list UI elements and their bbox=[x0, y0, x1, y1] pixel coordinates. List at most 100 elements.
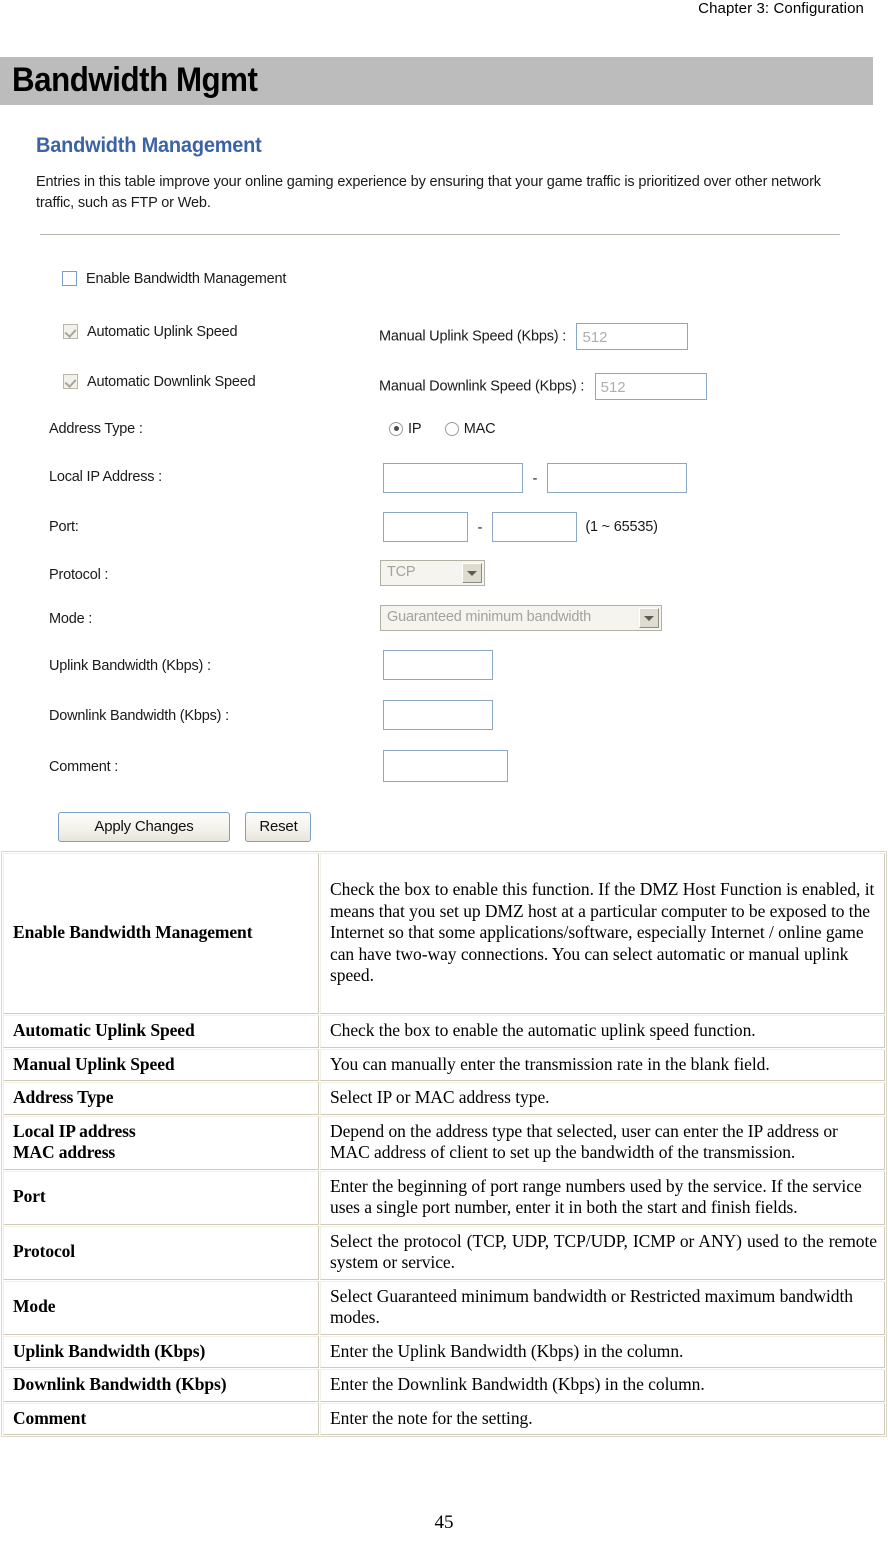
auto-uplink-row: Automatic Uplink Speed bbox=[63, 323, 238, 341]
address-type-mac-label: MAC bbox=[463, 420, 496, 437]
manual-downlink-speed-input[interactable]: 512 bbox=[594, 373, 707, 400]
table-cell-definition: Select the protocol (TCP, UDP, TCP/UDP, … bbox=[320, 1225, 885, 1280]
enable-bandwidth-checkbox[interactable] bbox=[62, 271, 77, 287]
table-row: Uplink Bandwidth (Kbps) Enter the Uplink… bbox=[3, 1335, 885, 1368]
automatic-uplink-speed-label: Automatic Uplink Speed bbox=[87, 323, 238, 340]
panel-description: Entries in this table improve your onlin… bbox=[36, 174, 821, 211]
manual-uplink-speed-label: Manual Uplink Speed (Kbps) : bbox=[379, 328, 567, 345]
port-range-hint: (1 ~ 65535) bbox=[585, 519, 658, 535]
table-cell-definition: Depend on the address type that selected… bbox=[320, 1115, 885, 1170]
uplink-bandwidth-input-wrap bbox=[383, 650, 493, 680]
horizontal-divider bbox=[40, 234, 840, 235]
downlink-bandwidth-label: Downlink Bandwidth (Kbps) : bbox=[49, 708, 229, 724]
section-title-band: Bandwidth Mgmt bbox=[0, 57, 873, 105]
running-header: Chapter 3: Configuration bbox=[0, 0, 888, 22]
address-type-label: Address Type : bbox=[49, 421, 143, 437]
field-description-table-body: Enable Bandwidth Management Check the bo… bbox=[3, 853, 885, 1435]
table-cell-term: Protocol bbox=[3, 1225, 319, 1280]
protocol-label-cell: Protocol : bbox=[49, 566, 108, 584]
form-actions: Apply Changes Reset bbox=[58, 812, 312, 842]
chapter-label: Chapter 3: Configuration bbox=[698, 0, 864, 17]
manual-downlink-row: Manual Downlink Speed (Kbps) : 512 bbox=[379, 373, 707, 400]
uplink-bandwidth-label: Uplink Bandwidth (Kbps) : bbox=[49, 658, 211, 674]
protocol-select-value: TCP bbox=[387, 564, 416, 580]
manual-downlink-speed-label: Manual Downlink Speed (Kbps) : bbox=[379, 378, 585, 395]
table-cell-definition: Enter the Downlink Bandwidth (Kbps) in t… bbox=[320, 1369, 885, 1402]
apply-changes-button[interactable]: Apply Changes bbox=[58, 812, 230, 842]
downlink-bandwidth-label-cell: Downlink Bandwidth (Kbps) : bbox=[49, 707, 229, 725]
table-row: Mode Select Guaranteed minimum bandwidth… bbox=[3, 1280, 885, 1335]
address-type-ip-label: IP bbox=[408, 420, 422, 437]
enable-bandwidth-label: Enable Bandwidth Management bbox=[86, 270, 287, 287]
port-inputs: - (1 ~ 65535) bbox=[383, 512, 658, 542]
address-type-label-cell: Address Type : bbox=[49, 420, 143, 438]
mode-label: Mode : bbox=[49, 611, 93, 627]
automatic-uplink-speed-checkbox[interactable] bbox=[63, 324, 78, 340]
table-cell-term: Comment bbox=[3, 1402, 319, 1435]
comment-label-cell: Comment : bbox=[49, 758, 118, 776]
automatic-downlink-speed-label: Automatic Downlink Speed bbox=[87, 373, 256, 390]
protocol-select[interactable]: TCP bbox=[380, 560, 485, 586]
chevron-down-icon[interactable] bbox=[639, 608, 659, 628]
comment-input-wrap bbox=[383, 750, 508, 782]
table-cell-term: Manual Uplink Speed bbox=[3, 1048, 319, 1081]
table-row: Local IP address MAC address Depend on t… bbox=[3, 1115, 885, 1170]
table-row: Enable Bandwidth Management Check the bo… bbox=[3, 853, 885, 1014]
table-row: Protocol Select the protocol (TCP, UDP, … bbox=[3, 1225, 885, 1280]
local-ip-address-label: Local IP Address : bbox=[49, 469, 163, 485]
local-ip-inputs: - bbox=[383, 463, 687, 493]
page-number: 45 bbox=[434, 1512, 454, 1533]
table-cell-definition: Select IP or MAC address type. bbox=[320, 1082, 885, 1115]
table-cell-definition: Enter the beginning of port range number… bbox=[320, 1170, 885, 1225]
table-cell-term: Local IP address MAC address bbox=[3, 1115, 319, 1170]
port-label: Port: bbox=[49, 519, 79, 535]
mode-select-wrap: Guaranteed minimum bandwidth bbox=[380, 605, 662, 631]
mode-select-value: Guaranteed minimum bandwidth bbox=[387, 609, 591, 625]
address-type-radio-mac[interactable] bbox=[444, 421, 459, 436]
port-label-cell: Port: bbox=[49, 518, 79, 536]
table-row: Comment Enter the note for the setting. bbox=[3, 1402, 885, 1435]
table-row: Address Type Select IP or MAC address ty… bbox=[3, 1082, 885, 1115]
uplink-bandwidth-label-cell: Uplink Bandwidth (Kbps) : bbox=[49, 657, 211, 675]
port-start-input[interactable] bbox=[383, 512, 468, 542]
comment-label: Comment : bbox=[49, 759, 119, 775]
enable-bandwidth-row: Enable Bandwidth Management bbox=[62, 270, 286, 288]
table-cell-definition: Enter the Uplink Bandwidth (Kbps) in the… bbox=[320, 1335, 885, 1368]
uplink-bandwidth-input[interactable] bbox=[383, 650, 493, 680]
port-end-input[interactable] bbox=[491, 512, 577, 542]
table-cell-term: Downlink Bandwidth (Kbps) bbox=[3, 1369, 319, 1402]
table-row: Automatic Uplink Speed Check the box to … bbox=[3, 1015, 885, 1048]
port-range-separator: - bbox=[477, 518, 483, 536]
auto-downlink-row: Automatic Downlink Speed bbox=[63, 373, 256, 391]
local-ip-label-cell: Local IP Address : bbox=[49, 468, 162, 486]
comment-input[interactable] bbox=[383, 750, 508, 782]
table-cell-term: Uplink Bandwidth (Kbps) bbox=[3, 1335, 319, 1368]
bandwidth-management-panel: Bandwidth Management Entries in this tab… bbox=[0, 120, 888, 850]
automatic-downlink-speed-checkbox[interactable] bbox=[63, 374, 78, 390]
local-ip-end-input[interactable] bbox=[546, 463, 687, 493]
address-type-radio-ip[interactable] bbox=[389, 421, 403, 436]
downlink-bandwidth-input[interactable] bbox=[383, 700, 493, 730]
table-cell-term: Port bbox=[3, 1170, 319, 1225]
field-description-table: Enable Bandwidth Management Check the bo… bbox=[1, 851, 887, 1437]
panel-heading: Bandwidth Management bbox=[36, 134, 262, 157]
chevron-down-icon[interactable] bbox=[462, 563, 482, 583]
protocol-select-wrap: TCP bbox=[380, 560, 485, 586]
table-cell-definition: You can manually enter the transmission … bbox=[320, 1048, 885, 1081]
page-title: Bandwidth Mgmt bbox=[12, 61, 258, 99]
local-ip-start-input[interactable] bbox=[383, 463, 523, 493]
manual-uplink-speed-input[interactable]: 512 bbox=[576, 323, 689, 350]
address-type-options: IP MAC bbox=[389, 420, 496, 438]
reset-button[interactable]: Reset bbox=[245, 812, 312, 842]
table-cell-term: Address Type bbox=[3, 1082, 319, 1115]
table-cell-definition: Check the box to enable the automatic up… bbox=[320, 1015, 885, 1048]
table-cell-definition: Enter the note for the setting. bbox=[320, 1402, 885, 1435]
table-cell-term: Automatic Uplink Speed bbox=[3, 1015, 319, 1048]
table-row: Port Enter the beginning of port range n… bbox=[3, 1170, 885, 1225]
table-cell-definition: Select Guaranteed minimum bandwidth or R… bbox=[320, 1280, 885, 1335]
local-ip-range-separator: - bbox=[532, 469, 538, 487]
protocol-label: Protocol : bbox=[49, 567, 109, 583]
table-cell-term: Enable Bandwidth Management bbox=[3, 853, 319, 1014]
mode-select[interactable]: Guaranteed minimum bandwidth bbox=[380, 605, 662, 631]
manual-uplink-row: Manual Uplink Speed (Kbps) : 512 bbox=[379, 323, 689, 350]
